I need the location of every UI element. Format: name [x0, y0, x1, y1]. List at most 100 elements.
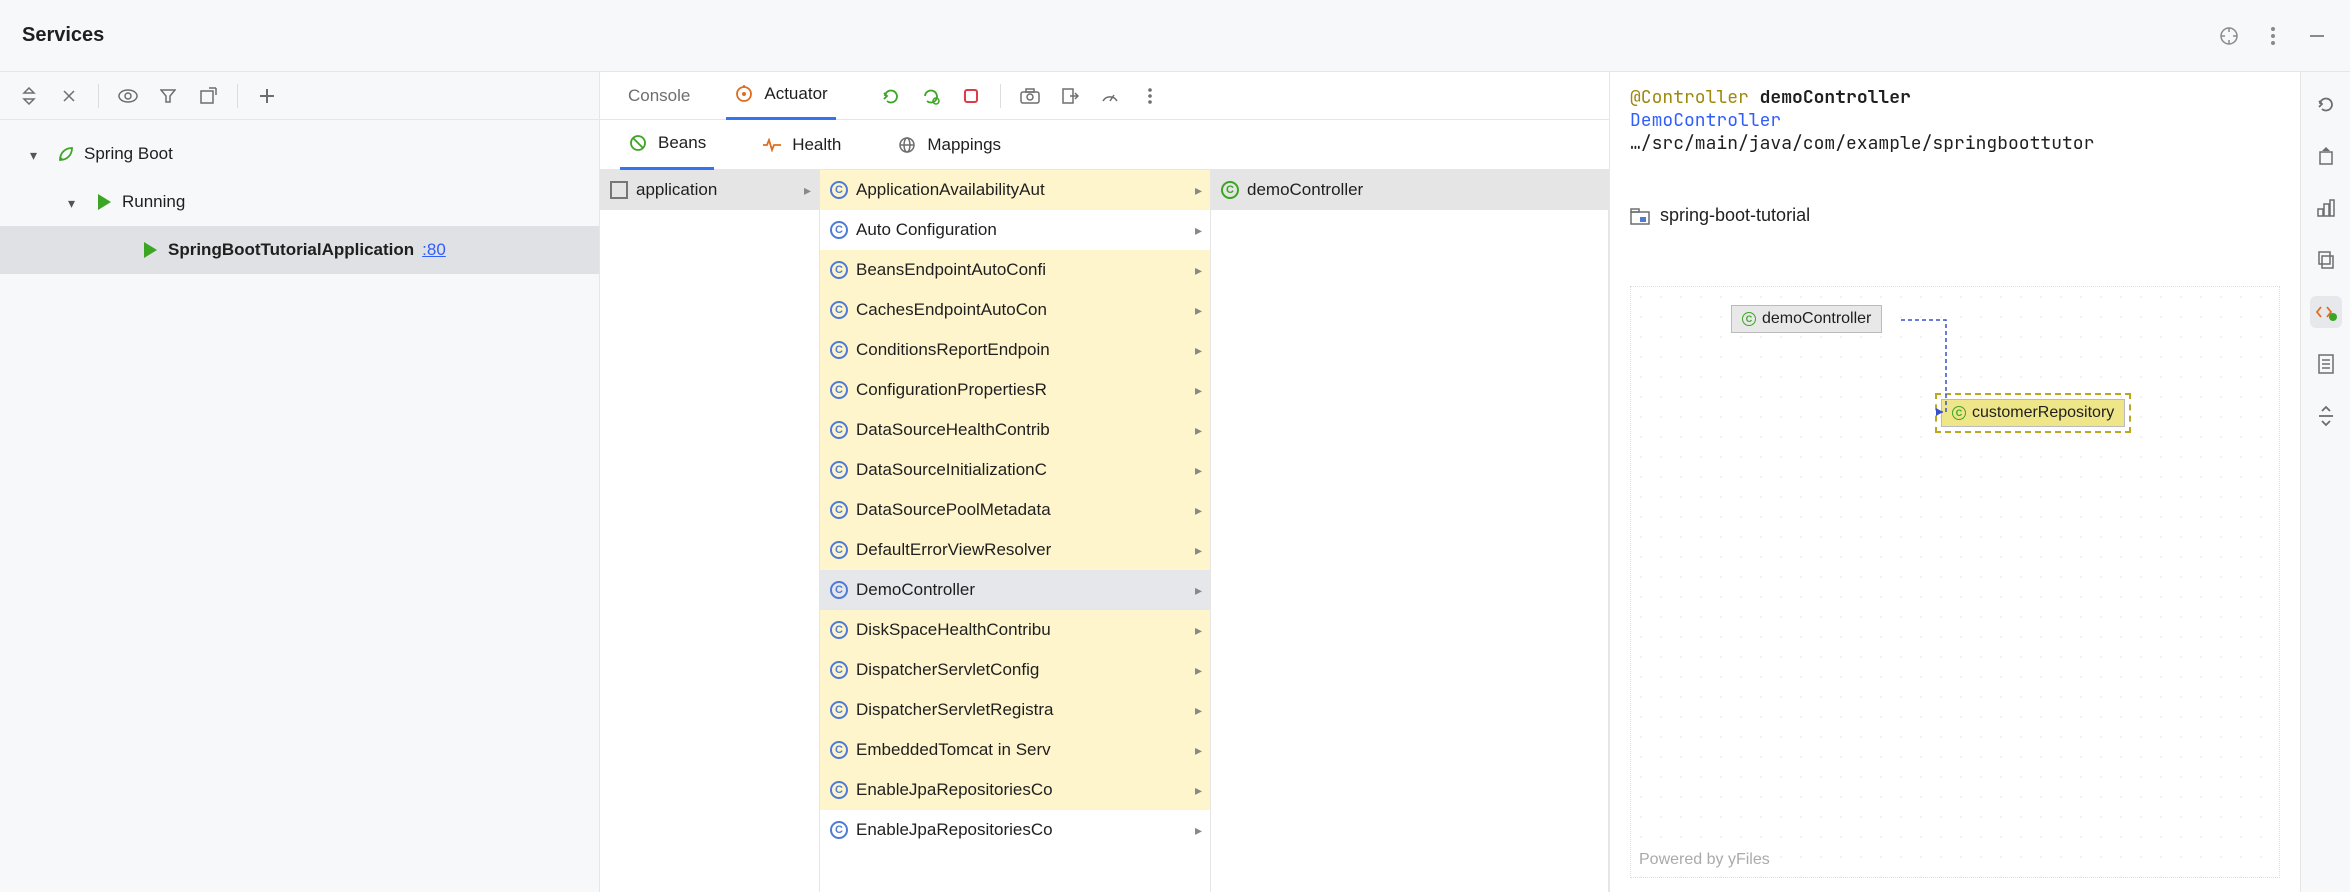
rail-navigate-icon[interactable]	[2310, 140, 2342, 172]
bean-instance[interactable]: demoController	[1211, 170, 1608, 210]
bean-row[interactable]: ConfigurationPropertiesR	[820, 370, 1210, 410]
bean-row[interactable]: Auto Configuration	[820, 210, 1210, 250]
filter-icon[interactable]	[157, 85, 179, 107]
gauge-icon[interactable]	[1099, 85, 1121, 107]
bean-row-label: DataSourceHealthContrib	[856, 420, 1050, 440]
bean-row-label: Auto Configuration	[856, 220, 997, 240]
tab-beans[interactable]: Beans	[620, 120, 714, 170]
context-item-application[interactable]: application	[600, 170, 819, 210]
rail-diagram-icon[interactable]	[2310, 192, 2342, 224]
tab-console[interactable]: Console	[620, 72, 698, 120]
window-title: Services	[22, 24, 104, 47]
rerun-with-icon[interactable]	[920, 85, 942, 107]
class-icon	[830, 701, 848, 719]
bean-row[interactable]: DataSourceHealthContrib	[820, 410, 1210, 450]
camera-icon[interactable]	[1019, 85, 1041, 107]
class-icon	[830, 781, 848, 799]
top-tabbar: Console Actuator	[600, 72, 1609, 120]
run-icon	[140, 240, 160, 260]
class-icon	[830, 581, 848, 599]
separator	[98, 84, 99, 108]
bean-row[interactable]: DispatcherServletRegistra	[820, 690, 1210, 730]
bean-row[interactable]: EnableJpaRepositoriesCo	[820, 770, 1210, 810]
diagram-edge	[1631, 287, 2279, 877]
tab-actuator[interactable]: Actuator	[726, 72, 835, 120]
bean-class[interactable]: DemoController	[1630, 109, 2280, 132]
bean-row-label: DemoController	[856, 580, 975, 600]
class-icon	[830, 221, 848, 239]
tree-group-running[interactable]: Running	[0, 178, 599, 226]
left-panel: Spring Boot Running SpringBootTutorialAp…	[0, 72, 600, 892]
bean-row-label: DispatcherServletConfig	[856, 660, 1039, 680]
minimize-icon[interactable]	[2306, 25, 2328, 47]
chevron-down-icon[interactable]	[68, 193, 86, 211]
bean-row-label: BeansEndpointAutoConfi	[856, 260, 1046, 280]
column-detail: demoController	[1211, 170, 1609, 892]
chevron-down-icon[interactable]	[30, 145, 48, 163]
more-icon[interactable]	[2262, 25, 2284, 47]
bean-instance-label: demoController	[1247, 180, 1363, 200]
bean-row[interactable]: ApplicationAvailabilityAut	[820, 170, 1210, 210]
toolbar-icons	[880, 84, 1161, 108]
bean-row-label: ConditionsReportEndpoin	[856, 340, 1050, 360]
bean-name: demoController	[1760, 86, 1911, 109]
beans-icon	[628, 133, 648, 153]
view-icon[interactable]	[117, 85, 139, 107]
exit-icon[interactable]	[1059, 85, 1081, 107]
run-icon	[94, 192, 114, 212]
more-icon[interactable]	[1139, 85, 1161, 107]
rail-doc-icon[interactable]	[2310, 348, 2342, 380]
bean-row[interactable]: ConditionsReportEndpoin	[820, 330, 1210, 370]
add-icon[interactable]	[256, 85, 278, 107]
breakpoint-icon[interactable]	[2218, 25, 2240, 47]
context-label: application	[636, 180, 717, 200]
class-icon	[830, 741, 848, 759]
sub-tabbar: Beans Health Mappings	[600, 120, 1609, 170]
bean-row[interactable]: EnableJpaRepositoriesCo	[820, 810, 1210, 850]
tab-health[interactable]: Health	[754, 120, 849, 170]
bean-row[interactable]: EmbeddedTomcat in Serv	[820, 730, 1210, 770]
class-icon	[830, 421, 848, 439]
bean-row-label: DefaultErrorViewResolver	[856, 540, 1051, 560]
bean-row[interactable]: DefaultErrorViewResolver	[820, 530, 1210, 570]
module-folder-icon	[1630, 206, 1650, 226]
tree: Spring Boot Running SpringBootTutorialAp…	[0, 120, 599, 284]
tab-label: Health	[792, 135, 841, 155]
rail-collapse-icon[interactable]	[2310, 400, 2342, 432]
rail-code-spring-icon[interactable]	[2310, 296, 2342, 328]
bean-row[interactable]: BeansEndpointAutoConfi	[820, 250, 1210, 290]
separator	[1000, 84, 1001, 108]
class-icon	[830, 261, 848, 279]
titlebar: Services	[0, 0, 2350, 72]
stop-icon[interactable]	[960, 85, 982, 107]
left-toolbar	[0, 72, 599, 120]
tree-app-item[interactable]: SpringBootTutorialApplication :80	[0, 226, 599, 274]
module-icon	[610, 181, 628, 199]
spring-leaf-icon	[56, 144, 76, 164]
bean-row[interactable]: DataSourceInitializationC	[820, 450, 1210, 490]
dependency-diagram[interactable]: demoController customerRepository Powere…	[1630, 286, 2280, 878]
bean-row[interactable]: DiskSpaceHealthContribu	[820, 610, 1210, 650]
bean-row-label: DiskSpaceHealthContribu	[856, 620, 1051, 640]
module-row[interactable]: spring-boot-tutorial	[1630, 205, 2280, 226]
tree-root-label: Spring Boot	[84, 144, 173, 164]
bean-row[interactable]: DemoController	[820, 570, 1210, 610]
bean-row[interactable]: DispatcherServletConfig	[820, 650, 1210, 690]
tree-root-spring-boot[interactable]: Spring Boot	[0, 130, 599, 178]
rail-refresh-icon[interactable]	[2310, 88, 2342, 120]
collapse-all-icon[interactable]	[58, 85, 80, 107]
bean-row[interactable]: CachesEndpointAutoCon	[820, 290, 1210, 330]
tab-mappings[interactable]: Mappings	[889, 120, 1009, 170]
actuator-icon	[734, 84, 754, 104]
tree-app-port[interactable]: :80	[422, 240, 446, 260]
expand-all-icon[interactable]	[18, 85, 40, 107]
bean-row[interactable]: DataSourcePoolMetadata	[820, 490, 1210, 530]
module-name: spring-boot-tutorial	[1660, 205, 1810, 226]
config-icon[interactable]	[197, 85, 219, 107]
columns: application ApplicationAvailabilityAut Au…	[600, 170, 1609, 892]
class-icon	[830, 501, 848, 519]
right-rail	[2300, 72, 2350, 892]
rerun-icon[interactable]	[880, 85, 902, 107]
tab-label: Actuator	[764, 84, 827, 104]
rail-copy-icon[interactable]	[2310, 244, 2342, 276]
